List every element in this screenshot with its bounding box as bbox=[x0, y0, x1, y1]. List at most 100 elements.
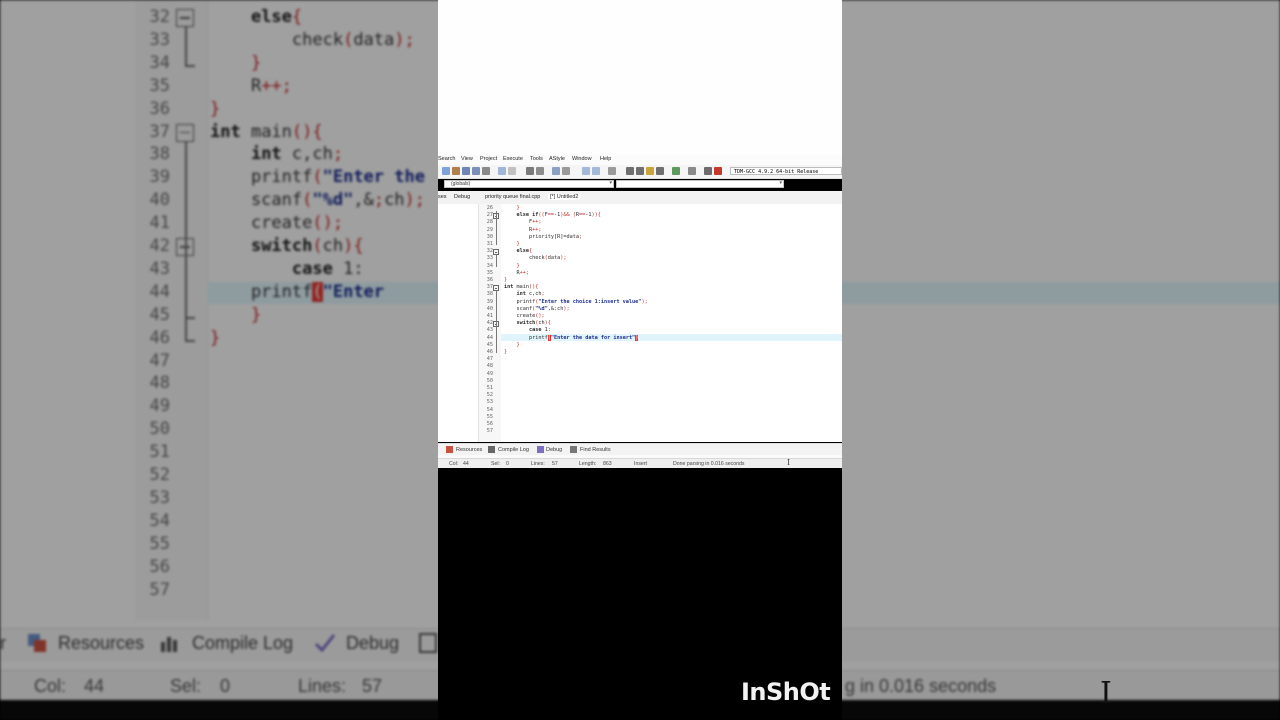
tab-untitled2[interactable]: [*] Untitled2 bbox=[548, 194, 581, 200]
debug-check-icon bbox=[537, 446, 544, 453]
toolbar: TDM-GCC 4.9.2 64-bit Release bbox=[438, 165, 842, 179]
line-number: 43 bbox=[486, 327, 493, 334]
save-icon[interactable] bbox=[462, 167, 470, 175]
menu-execute[interactable]: Execute bbox=[503, 156, 523, 162]
code-line: } bbox=[516, 341, 520, 348]
code-line: } bbox=[504, 349, 508, 355]
line-number: 46 bbox=[486, 349, 493, 355]
line-number: 36 bbox=[486, 277, 493, 283]
side-tab-classes[interactable]: ses bbox=[438, 194, 447, 200]
indent-icon[interactable] bbox=[552, 167, 560, 175]
print-icon[interactable] bbox=[482, 167, 490, 175]
tab-resources[interactable]: Resources bbox=[456, 447, 482, 453]
status-message: Done parsing in 0.016 seconds bbox=[673, 461, 745, 467]
close-icon[interactable] bbox=[688, 167, 696, 175]
code-line: int c,ch; bbox=[516, 291, 545, 298]
menu-window[interactable]: Window bbox=[572, 156, 592, 162]
blank-top-area bbox=[438, 0, 842, 155]
menu-help[interactable]: Help bbox=[600, 156, 611, 162]
open-icon[interactable] bbox=[452, 167, 460, 175]
menu-astyle[interactable]: AStyle bbox=[549, 156, 565, 162]
profile-icon[interactable] bbox=[714, 167, 722, 175]
compiler-select[interactable]: TDM-GCC 4.9.2 64-bit Release bbox=[730, 167, 842, 175]
tab-find-results[interactable]: Find Results bbox=[580, 447, 611, 453]
line-number: 26 bbox=[486, 205, 493, 211]
check-icon[interactable] bbox=[672, 167, 680, 175]
status-mode: Insert bbox=[634, 461, 647, 467]
code-line: } bbox=[504, 277, 508, 283]
tab-priority-queue[interactable]: priority queue final.cpp bbox=[485, 194, 540, 200]
line-number: 42 bbox=[486, 320, 493, 327]
code-line: else{ bbox=[516, 248, 533, 255]
tab-row: ses Debug priority queue final.cpp [*] U… bbox=[438, 191, 842, 205]
code-line: else if((F==-1)&& (R==-1)){ bbox=[516, 212, 601, 219]
scope-combo[interactable]: (globals) bbox=[444, 180, 614, 188]
line-number: 47 bbox=[486, 356, 493, 363]
line-number: 50 bbox=[486, 377, 493, 384]
fold-guide bbox=[496, 211, 497, 245]
line-number: 34 bbox=[486, 262, 493, 269]
replace-icon[interactable] bbox=[536, 167, 544, 175]
menu-bar: Search View Project Execute Tools AStyle… bbox=[438, 155, 842, 165]
line-number: 57 bbox=[486, 428, 493, 435]
save-all-icon[interactable] bbox=[472, 167, 480, 175]
debug-icon[interactable] bbox=[704, 167, 712, 175]
bookmark-icon[interactable] bbox=[608, 167, 616, 175]
forward-icon[interactable] bbox=[592, 167, 600, 175]
line-number: 27 bbox=[486, 212, 493, 219]
code-line: priority[R]=data; bbox=[504, 233, 583, 240]
resources-icon bbox=[446, 446, 453, 453]
line-number: 33 bbox=[486, 255, 493, 262]
side-tab-debug[interactable]: Debug bbox=[454, 194, 470, 200]
line-number: 53 bbox=[486, 399, 493, 406]
line-number: 49 bbox=[486, 370, 493, 377]
compile-icon[interactable] bbox=[626, 167, 634, 175]
member-combo[interactable] bbox=[616, 180, 784, 188]
line-number: 56 bbox=[486, 421, 493, 427]
fold-guide bbox=[496, 326, 497, 346]
line-number: 28 bbox=[486, 219, 493, 226]
unindent-icon[interactable] bbox=[562, 167, 570, 175]
redo-icon[interactable] bbox=[508, 167, 516, 175]
line-number: 38 bbox=[486, 291, 493, 298]
line-number: 40 bbox=[486, 305, 493, 312]
tab-compile-log[interactable]: Compile Log bbox=[498, 447, 529, 453]
menu-project[interactable]: Project bbox=[480, 156, 497, 162]
line-number: 31 bbox=[486, 241, 493, 247]
back-icon[interactable] bbox=[582, 167, 590, 175]
line-number: 39 bbox=[486, 298, 493, 305]
code-line: } bbox=[516, 262, 520, 269]
line-number: 51 bbox=[486, 385, 493, 391]
bg-text-cursor-icon: I bbox=[1100, 676, 1112, 711]
line-number: 52 bbox=[486, 392, 493, 399]
code-line: int main(){ bbox=[504, 284, 539, 291]
undo-icon[interactable] bbox=[498, 167, 506, 175]
line-number: 55 bbox=[486, 413, 493, 420]
new-file-icon[interactable] bbox=[442, 167, 450, 175]
run-icon[interactable] bbox=[636, 167, 644, 175]
line-number: 35 bbox=[486, 269, 493, 276]
status-lines-label: Lines: bbox=[531, 461, 545, 467]
code-line: } bbox=[516, 241, 520, 247]
status-col-label: Col: bbox=[449, 461, 459, 467]
code-line: printf("Enter the choice 1:insert value"… bbox=[504, 298, 648, 305]
code-line: F++; bbox=[504, 219, 542, 226]
code-line: case 1: bbox=[529, 327, 551, 334]
rebuild-icon[interactable] bbox=[656, 167, 664, 175]
compile-run-icon[interactable] bbox=[646, 167, 654, 175]
menu-tools[interactable]: Tools bbox=[530, 156, 543, 162]
line-number: 37 bbox=[486, 284, 493, 291]
code-line: check(data); bbox=[504, 255, 567, 262]
fold-guide bbox=[496, 254, 497, 267]
line-number: 54 bbox=[486, 406, 493, 413]
code-line: scanf("%d",&;ch); bbox=[504, 305, 570, 312]
code-line: R++; bbox=[504, 226, 542, 233]
code-line: create(); bbox=[504, 313, 545, 319]
find-icon[interactable] bbox=[526, 167, 534, 175]
code-line: printf("Enter the data for insert") bbox=[504, 334, 639, 341]
menu-view[interactable]: View bbox=[461, 156, 473, 162]
status-lines: 57 bbox=[552, 461, 558, 467]
menu-search[interactable]: Search bbox=[438, 156, 455, 162]
tab-debug[interactable]: Debug bbox=[546, 447, 562, 453]
line-number: 44 bbox=[486, 334, 493, 341]
